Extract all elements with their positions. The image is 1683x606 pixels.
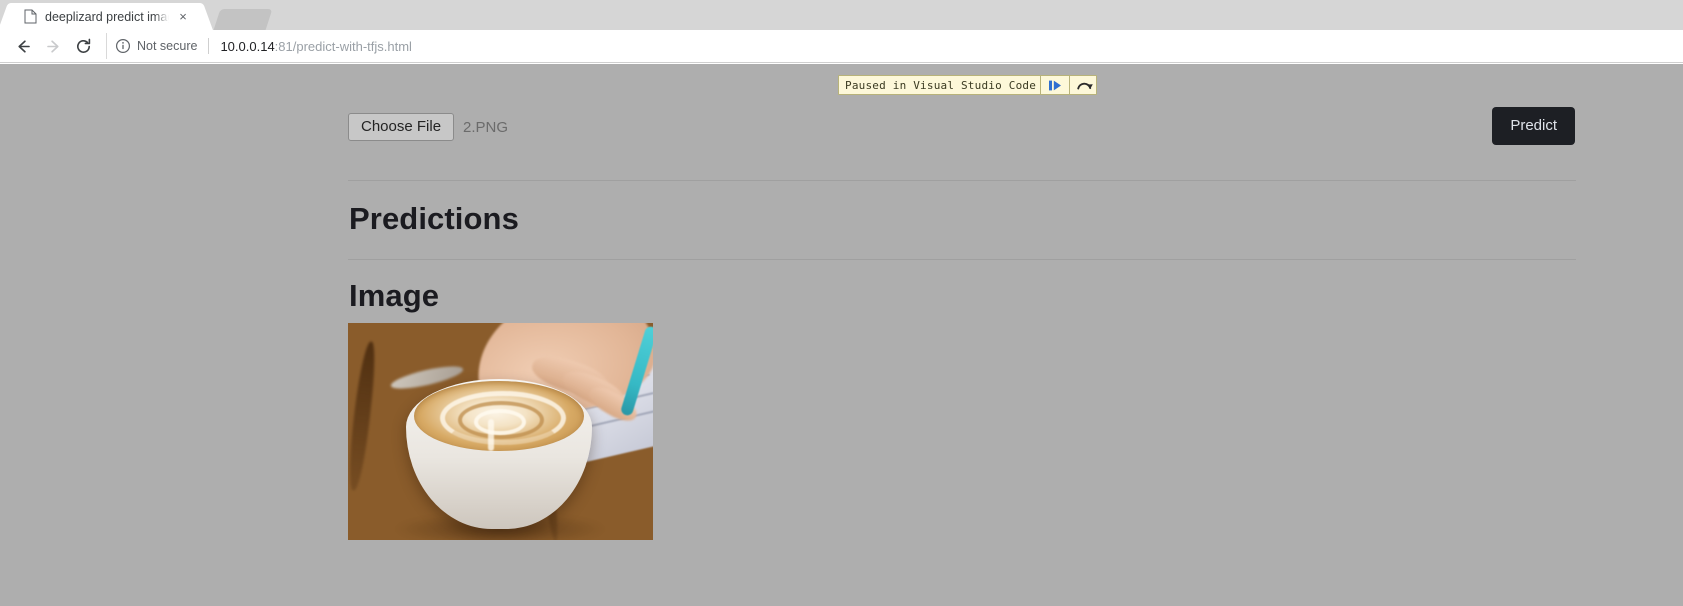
- browser-window: deeplizard predict image × Not secure 10…: [0, 0, 1683, 606]
- forward-arrow-icon: [46, 39, 59, 53]
- info-circle-icon[interactable]: [115, 38, 131, 54]
- latte-art-stem: [488, 419, 494, 451]
- page-container: Choose File 2.PNG Predict Predictions Im…: [348, 64, 1576, 540]
- forward-button[interactable]: [38, 32, 68, 60]
- page-icon: [24, 9, 37, 24]
- address-bar[interactable]: Not secure 10.0.0.14:81/predict-with-tfj…: [106, 33, 1675, 59]
- file-input-group[interactable]: Choose File 2.PNG: [348, 113, 509, 142]
- omnibox-divider: [208, 38, 210, 54]
- url-text: 10.0.0.14:81/predict-with-tfjs.html: [220, 39, 411, 54]
- browser-toolbar: Not secure 10.0.0.14:81/predict-with-tfj…: [0, 30, 1683, 63]
- image-heading: Image: [349, 278, 440, 313]
- choose-file-button[interactable]: Choose File: [348, 113, 455, 142]
- predictions-heading: Predictions: [349, 201, 519, 236]
- page-viewport: Paused in Visual Studio Code Choose File…: [0, 64, 1683, 606]
- close-icon[interactable]: ×: [175, 9, 191, 25]
- controls-row: Choose File 2.PNG Predict: [348, 64, 1576, 180]
- prediction-image: [348, 323, 653, 540]
- url-path: :81/predict-with-tfjs.html: [274, 38, 412, 54]
- browser-tab-inactive[interactable]: [213, 9, 273, 30]
- url-host: 10.0.0.14: [220, 38, 275, 54]
- selected-file-name: 2.PNG: [463, 118, 509, 136]
- browser-tab-active[interactable]: deeplizard predict image ×: [10, 3, 201, 30]
- security-label: Not secure: [137, 39, 198, 53]
- reload-button[interactable]: [68, 32, 98, 60]
- predict-button[interactable]: Predict: [1492, 107, 1575, 146]
- reload-arrow-icon: [76, 38, 90, 53]
- tab-title: deeplizard predict image: [45, 9, 169, 24]
- back-button[interactable]: [8, 32, 38, 60]
- latte-art-ring: [474, 409, 526, 435]
- back-arrow-icon: [17, 39, 30, 53]
- tab-strip: deeplizard predict image ×: [0, 0, 1683, 30]
